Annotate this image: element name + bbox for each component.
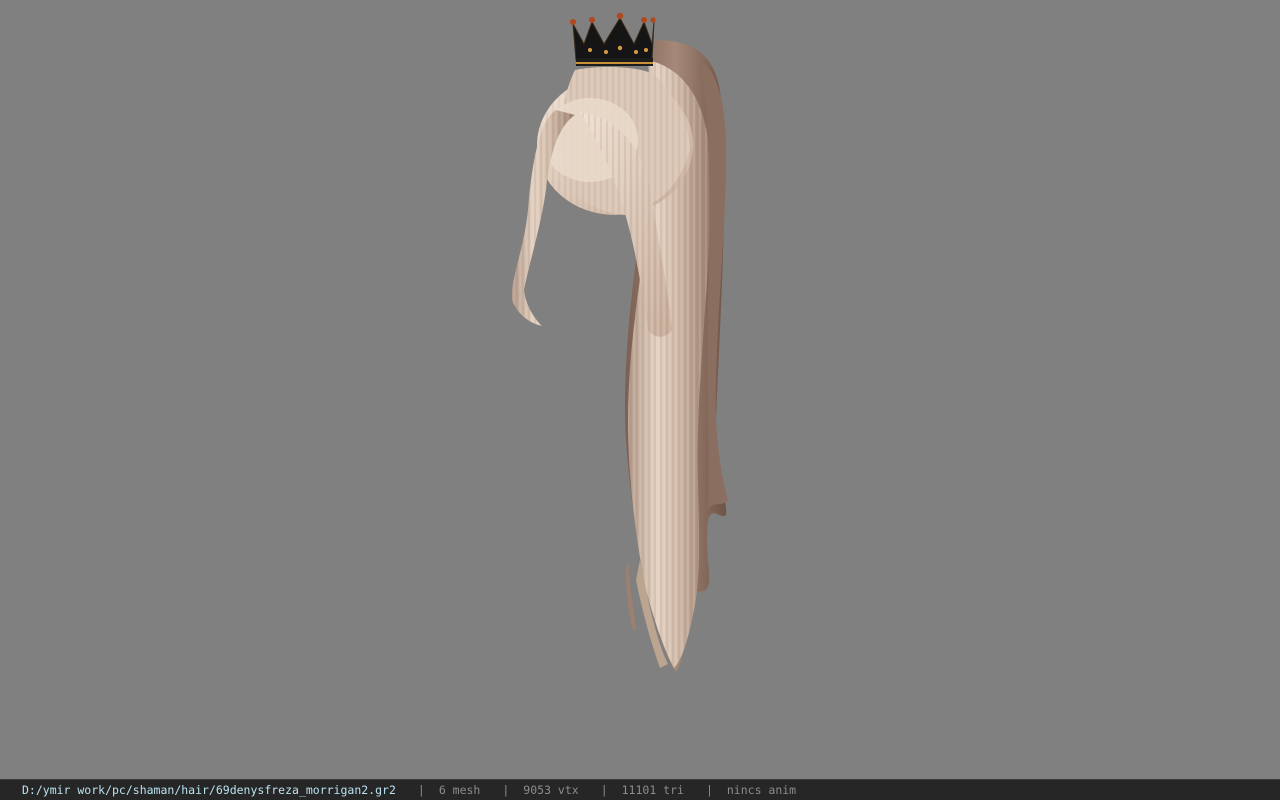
triangle-count: 11101 tri xyxy=(621,783,684,797)
hair-model-render xyxy=(511,12,728,672)
crown-icon xyxy=(570,12,656,66)
file-path: D:/ymir work/pc/shaman/hair/69denysfreza… xyxy=(22,783,396,797)
separator: | xyxy=(600,783,608,797)
separator: | xyxy=(502,783,510,797)
mesh-count: 6 mesh xyxy=(438,783,481,797)
status-bar: D:/ymir work/pc/shaman/hair/69denysfreza… xyxy=(0,779,1280,800)
vertex-count: 9053 vtx xyxy=(523,783,579,797)
3d-viewport[interactable] xyxy=(0,0,1280,779)
separator: | xyxy=(705,783,713,797)
animation-status: nincs anim xyxy=(726,783,797,797)
separator: | xyxy=(417,783,425,797)
